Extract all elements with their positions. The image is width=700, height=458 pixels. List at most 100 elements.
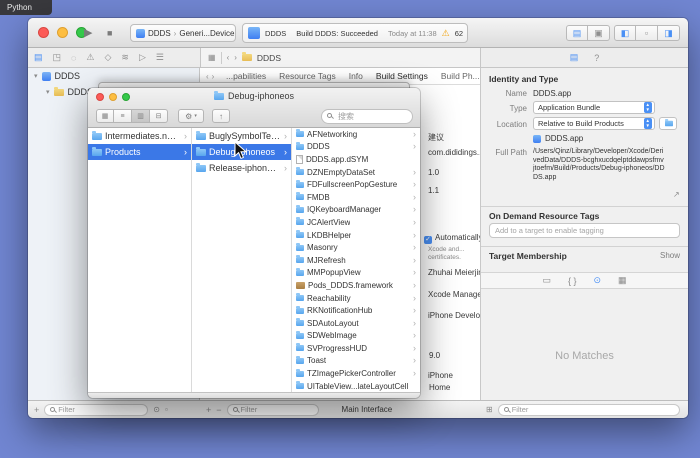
- tab-build-settings[interactable]: Build Settings: [376, 71, 428, 81]
- coverflow-view-button[interactable]: ⊟: [150, 109, 168, 123]
- finder-item[interactable]: Toast ›: [292, 355, 420, 368]
- run-button[interactable]: ▶: [84, 18, 92, 48]
- jump-bar[interactable]: ▦ ‹ › DDDS: [200, 48, 480, 67]
- disclosure-triangle-icon[interactable]: ▾: [34, 72, 38, 80]
- finder-item[interactable]: SVProgressHUD ›: [292, 342, 420, 355]
- tests-navigator-icon[interactable]: ◇: [104, 52, 111, 63]
- back-icon[interactable]: ‹: [227, 53, 230, 62]
- finder-item[interactable]: MMPopupView ›: [292, 267, 420, 280]
- finder-item[interactable]: SDWebImage ›: [292, 330, 420, 343]
- reports-navigator-icon[interactable]: ☰: [156, 52, 164, 63]
- debug-area-toggle-button[interactable]: ▫: [636, 25, 658, 41]
- tab-scroll-right-icon[interactable]: ›: [212, 72, 215, 81]
- navigator-toggle-button[interactable]: ◧: [614, 25, 636, 41]
- background-window-python[interactable]: Python: [0, 0, 52, 15]
- project-navigator-icon[interactable]: ▤: [34, 52, 43, 63]
- code-snippet-library-icon[interactable]: { }: [568, 276, 577, 286]
- auto-signing-row[interactable]: ✓ Automatically: [424, 233, 483, 244]
- related-items-icon[interactable]: ▦: [208, 53, 216, 62]
- column-view-button[interactable]: ▥: [132, 109, 150, 123]
- stop-button[interactable]: ■: [107, 18, 112, 48]
- share-button[interactable]: ↑: [212, 109, 230, 123]
- scm-filter-icon[interactable]: ▫: [165, 405, 168, 414]
- finder-item[interactable]: JCAlertView ›: [292, 216, 420, 229]
- finder-item[interactable]: FDFullscreenPopGesture ›: [292, 178, 420, 191]
- finder-item[interactable]: IQKeyboardManager ›: [292, 204, 420, 217]
- debug-navigator-icon[interactable]: ≋: [121, 52, 129, 63]
- choose-location-button[interactable]: [659, 117, 677, 130]
- tab-info[interactable]: Info: [349, 71, 363, 81]
- finder-column-3: AFNetworking › DDDS › DDDS.app.dSYM DZNEmptyD…: [292, 128, 420, 392]
- finder-item[interactable]: Masonry ›: [292, 241, 420, 254]
- recents-filter-icon[interactable]: ⊙: [153, 405, 160, 414]
- scheme-selector[interactable]: DDDS › Generi...Device: [130, 24, 236, 42]
- location-dropdown[interactable]: Relative to Build Products ▲ ▼: [533, 117, 655, 130]
- disclosure-triangle-icon[interactable]: ▾: [46, 88, 50, 96]
- finder-item[interactable]: SDAutoLayout ›: [292, 317, 420, 330]
- standard-editor-button[interactable]: ▤: [566, 25, 588, 41]
- close-button[interactable]: [38, 27, 49, 38]
- assistant-editor-button[interactable]: ▣: [588, 25, 610, 41]
- finder-item[interactable]: Pods_DDDS.framework ›: [292, 279, 420, 292]
- tab-resource-tags[interactable]: Resource Tags: [279, 71, 336, 81]
- chevron-right-icon: ›: [413, 317, 416, 328]
- finder-item[interactable]: Products ›: [88, 144, 191, 160]
- finder-item[interactable]: Reachability ›: [292, 292, 420, 305]
- minimize-button[interactable]: [57, 27, 68, 38]
- divider: [220, 51, 222, 64]
- tab-build-ph[interactable]: Build Ph...: [441, 71, 480, 81]
- file-inspector-icon[interactable]: ▤: [570, 52, 579, 63]
- finder-item[interactable]: FMDB ›: [292, 191, 420, 204]
- forward-icon[interactable]: ›: [234, 53, 237, 62]
- finder-item[interactable]: MJRefresh ›: [292, 254, 420, 267]
- warning-icon[interactable]: ⚠: [442, 28, 450, 39]
- quick-help-icon[interactable]: ?: [594, 53, 599, 63]
- search-input[interactable]: [321, 109, 413, 124]
- finder-item[interactable]: DDDS.app.dSYM: [292, 153, 420, 166]
- add-button[interactable]: +: [206, 405, 211, 415]
- odr-tag-input[interactable]: [489, 223, 680, 238]
- devices-value[interactable]: iPhone: [428, 371, 453, 380]
- finder-item[interactable]: AFNetworking ›: [292, 128, 420, 141]
- main-interface-value[interactable]: Home: [429, 383, 450, 392]
- type-dropdown[interactable]: Application Bundle ▲ ▼: [533, 101, 655, 114]
- list-view-button[interactable]: ≡: [114, 109, 132, 123]
- symbols-navigator-icon[interactable]: ◳: [53, 52, 62, 63]
- finder-item[interactable]: DZNEmptyDataSet ›: [292, 166, 420, 179]
- finder-item[interactable]: RKNotificationHub ›: [292, 304, 420, 317]
- finder-item[interactable]: DDDS ›: [292, 141, 420, 154]
- tab-pabilities[interactable]: ...pabilities: [226, 71, 266, 81]
- checkbox-checked-icon[interactable]: ✓: [424, 236, 432, 244]
- remove-button[interactable]: −: [216, 405, 221, 415]
- finder-item-label: DZNEmptyDataSet: [307, 167, 376, 177]
- editor-filter-field[interactable]: Filter: [226, 403, 319, 416]
- filter-icon: [50, 407, 56, 412]
- deployment-target-value[interactable]: 9.0: [429, 351, 440, 360]
- object-library-icon[interactable]: ⊙: [593, 275, 601, 286]
- file-template-library-icon[interactable]: ▭: [542, 275, 551, 286]
- media-library-icon[interactable]: ▦: [618, 275, 627, 286]
- library-filter-field[interactable]: Filter: [497, 403, 680, 416]
- finder-item[interactable]: Release-iphoneos ›: [192, 160, 291, 176]
- jump-bar-item[interactable]: DDDS: [257, 53, 281, 63]
- finder-item[interactable]: LKDBHelper ›: [292, 229, 420, 242]
- finder-item[interactable]: Intermediates.noindex›: [88, 128, 191, 144]
- tab-scroll-left-icon[interactable]: ‹: [206, 72, 209, 81]
- finder-item-label: UITableView...lateLayoutCell: [307, 381, 409, 391]
- show-link[interactable]: Show: [660, 251, 680, 260]
- add-button[interactable]: +: [34, 405, 39, 415]
- action-menu-button[interactable]: ⚙ ▾: [178, 109, 204, 123]
- icon-view-button[interactable]: ▦: [96, 109, 114, 123]
- grid-view-icon[interactable]: ⊞: [486, 405, 493, 414]
- inspector-toggle-button[interactable]: ◨: [658, 25, 680, 41]
- view-mode-control: ▦ ≡ ▥ ⊟: [96, 109, 168, 123]
- breakpoints-navigator-icon[interactable]: ▷: [139, 52, 146, 63]
- finder-item[interactable]: UITableView...lateLayoutCell: [292, 380, 420, 392]
- find-navigator-icon[interactable]: ◌: [71, 53, 76, 63]
- finder-item[interactable]: TZImagePickerController ›: [292, 367, 420, 380]
- issues-navigator-icon[interactable]: ⚠: [86, 52, 94, 63]
- reveal-arrow-icon[interactable]: ↗: [673, 190, 680, 199]
- bundle-row[interactable]: DDDS.app: [533, 134, 583, 143]
- warning-count[interactable]: 62: [455, 29, 463, 38]
- navigator-filter-field[interactable]: Filter: [44, 403, 149, 416]
